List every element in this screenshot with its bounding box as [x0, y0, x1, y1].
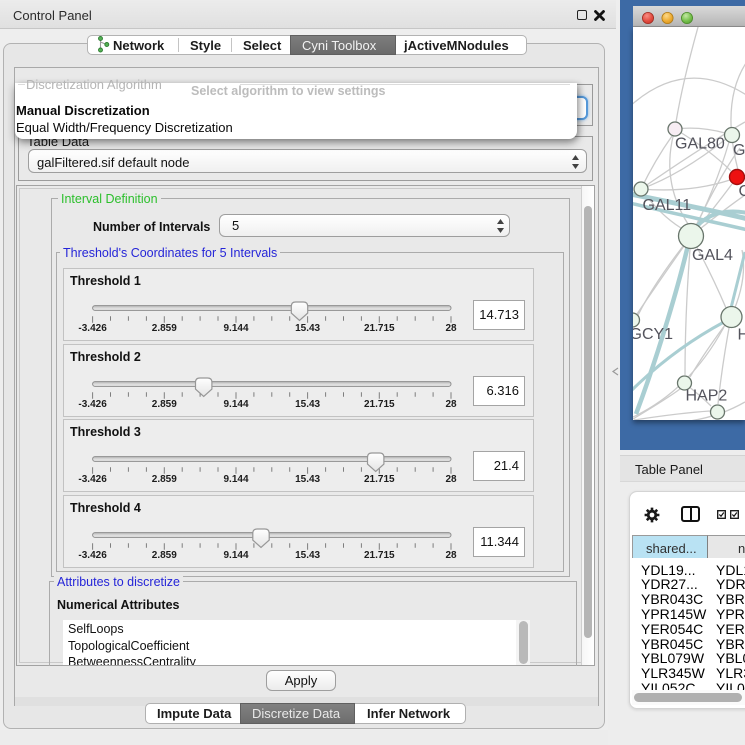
svg-text:-3.426: -3.426	[78, 474, 107, 485]
svg-text:HAP4: HAP4	[738, 327, 745, 344]
svg-text:2.859: 2.859	[152, 550, 177, 561]
svg-text:9.144: 9.144	[223, 323, 248, 334]
svg-text:9.144: 9.144	[223, 399, 248, 410]
svg-text:15.43: 15.43	[295, 550, 320, 561]
svg-text:GCY1: GCY1	[633, 326, 673, 343]
svg-text:2.859: 2.859	[152, 323, 177, 334]
svg-text:2.859: 2.859	[152, 399, 177, 410]
svg-text:GAL3: GAL3	[733, 142, 745, 159]
svg-text:HAP2: HAP2	[686, 388, 728, 405]
svg-text:2.859: 2.859	[152, 474, 177, 485]
svg-text:28: 28	[445, 323, 457, 334]
svg-text:9.144: 9.144	[223, 550, 248, 561]
svg-text:21.715: 21.715	[364, 323, 395, 334]
svg-text:9.144: 9.144	[223, 474, 248, 485]
svg-text:15.43: 15.43	[295, 399, 320, 410]
svg-text:21.715: 21.715	[364, 399, 395, 410]
svg-text:21.715: 21.715	[364, 474, 395, 485]
svg-text:-3.426: -3.426	[78, 399, 107, 410]
svg-text:GAL80: GAL80	[675, 136, 725, 153]
svg-text:21.715: 21.715	[364, 550, 395, 561]
svg-text:GAL11: GAL11	[643, 197, 692, 214]
svg-text:-3.426: -3.426	[78, 323, 107, 334]
svg-text:CYC8: CYC8	[739, 183, 745, 200]
svg-text:GAL4: GAL4	[692, 247, 733, 264]
svg-text:28: 28	[445, 550, 457, 561]
svg-text:15.43: 15.43	[295, 323, 320, 334]
svg-text:15.43: 15.43	[295, 474, 320, 485]
svg-text:28: 28	[445, 474, 457, 485]
svg-text:-3.426: -3.426	[78, 550, 107, 561]
svg-text:28: 28	[445, 399, 457, 410]
